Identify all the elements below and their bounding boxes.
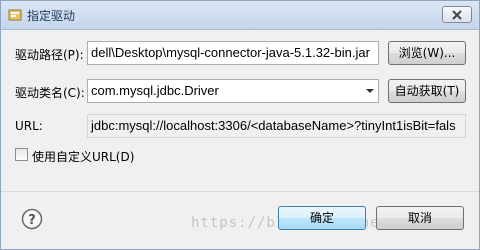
svg-text:?: ? bbox=[28, 213, 36, 228]
driver-class-value: com.mysql.jdbc.Driver bbox=[91, 83, 219, 98]
driver-path-input[interactable]: dell\Desktop\mysql-connector-java-5.1.32… bbox=[87, 41, 379, 65]
driver-path-label: 驱动路径(P): bbox=[15, 48, 84, 62]
ok-button[interactable]: 确定 bbox=[278, 206, 366, 230]
auto-fetch-button[interactable]: 自动获取(T) bbox=[388, 79, 466, 103]
close-button[interactable] bbox=[442, 6, 472, 23]
chevron-down-icon[interactable] bbox=[362, 80, 378, 102]
url-label: URL: bbox=[15, 119, 43, 133]
footer-separator bbox=[1, 191, 479, 192]
dialog-window: 指定驱动 驱动路径(P): dell\Desktop\mysql-connect… bbox=[0, 0, 480, 250]
browse-button[interactable]: 浏览(W)... bbox=[388, 41, 466, 65]
close-icon bbox=[452, 10, 462, 20]
cancel-button[interactable]: 取消 bbox=[376, 206, 464, 230]
custom-url-checkbox[interactable] bbox=[15, 148, 28, 161]
url-input[interactable]: jdbc:mysql://localhost:3306/<databaseNam… bbox=[87, 114, 466, 138]
title-bar: 指定驱动 bbox=[1, 1, 479, 30]
driver-class-combo[interactable]: com.mysql.jdbc.Driver bbox=[87, 79, 379, 103]
help-icon[interactable]: ? bbox=[21, 208, 43, 230]
custom-url-label[interactable]: 使用自定义URL(D) bbox=[32, 148, 134, 165]
window-title: 指定驱动 bbox=[27, 9, 76, 23]
driver-class-label: 驱动类名(C): bbox=[15, 86, 85, 100]
app-icon bbox=[8, 9, 22, 21]
